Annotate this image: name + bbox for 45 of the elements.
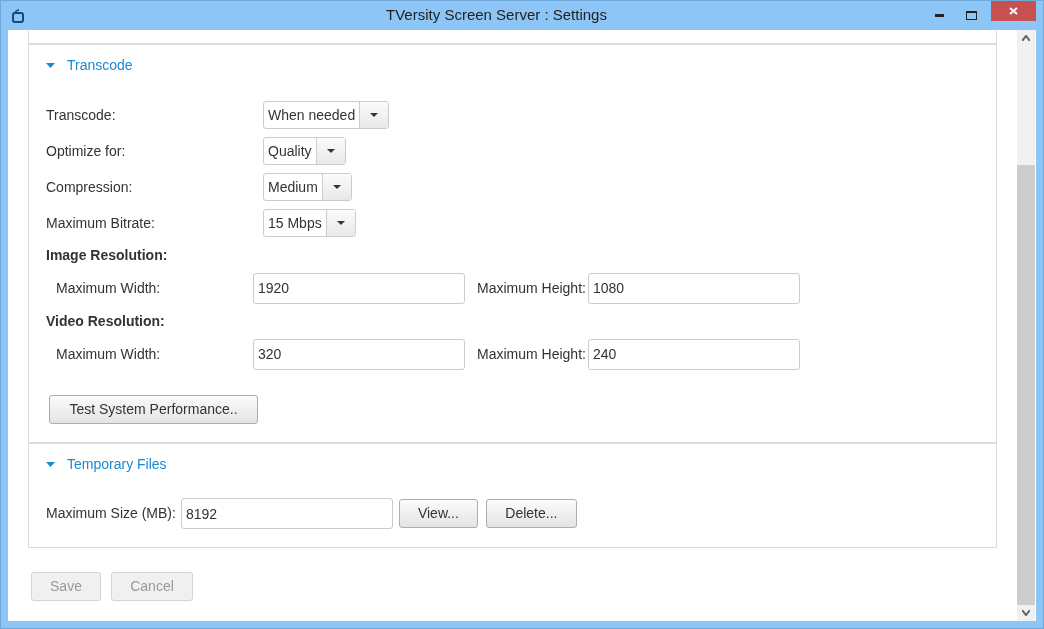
field-label: Compression: (46, 177, 134, 197)
field-label: Maximum Height: (477, 278, 586, 298)
caret-icon (336, 221, 345, 225)
caret-icon (46, 461, 55, 467)
scrollbar-thumb[interactable] (1017, 165, 1035, 605)
close-button[interactable] (991, 1, 1036, 21)
dropdown-value: 15 Mbps (267, 214, 323, 233)
dropdown[interactable]: Medium (263, 173, 352, 201)
field-label: Optimize for: (46, 141, 127, 161)
minimize-icon (934, 14, 944, 17)
scroll-up-icon (1022, 35, 1030, 41)
maximize-icon (965, 11, 977, 20)
text-field[interactable]: 240 (587, 338, 800, 370)
caret-icon (332, 185, 341, 189)
field-label: Transcode: (46, 105, 117, 125)
caret-icon (46, 62, 55, 68)
app-logo-icon (12, 8, 24, 23)
field-label: Maximum Bitrate: (46, 213, 156, 233)
field-label: Maximum Size (MB): (46, 504, 176, 523)
caret-icon (326, 149, 335, 153)
close-icon (1009, 7, 1018, 15)
caret-icon (370, 113, 379, 117)
text-field[interactable]: 1920 (253, 272, 465, 304)
text-field[interactable]: 8192 (180, 498, 393, 529)
field-label: Maximum Height: (477, 344, 586, 364)
dropdown[interactable]: When needed (263, 101, 390, 129)
dropdown-value: Medium (267, 178, 319, 197)
window-title: TVersity Screen Server : Settings (385, 5, 608, 26)
button[interactable]: Test System Performance.. (49, 395, 258, 424)
text-field[interactable]: 320 (253, 338, 465, 370)
dropdown[interactable]: 15 Mbps (263, 209, 356, 237)
group-heading: Video Resolution: (46, 312, 166, 331)
scroll-down-icon (1022, 610, 1030, 616)
section-header[interactable]: Transcode (29, 45, 133, 85)
text-field[interactable]: 1080 (587, 272, 800, 304)
dropdown-value: Quality (267, 142, 313, 161)
field-label: Maximum Width: (55, 344, 162, 364)
group-heading: Image Resolution: (46, 246, 169, 265)
button[interactable]: Delete... (485, 499, 577, 528)
dropdown[interactable]: Quality (263, 137, 346, 165)
dropdown-value: When needed (267, 106, 357, 125)
button[interactable]: View... (398, 499, 478, 528)
scrollbar[interactable] (1017, 30, 1035, 621)
section-header[interactable]: Temporary Files (29, 444, 167, 484)
field-label: Maximum Width: (55, 278, 162, 298)
